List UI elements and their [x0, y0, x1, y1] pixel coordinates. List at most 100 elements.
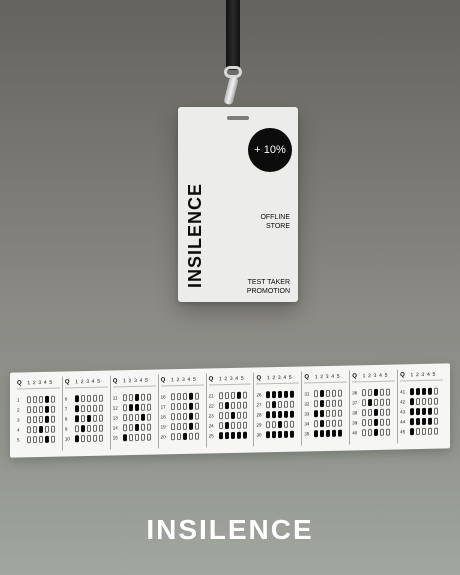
- question-number: 25: [208, 432, 214, 438]
- choice-number: 5: [240, 375, 244, 382]
- answer-bubble-empty: [224, 411, 229, 419]
- choice-number: 2: [415, 371, 419, 378]
- answer-bubble-empty: [80, 434, 85, 442]
- answer-bubble-empty: [326, 399, 331, 407]
- answer-bubble-filled: [45, 415, 49, 423]
- question-number: 16: [160, 393, 166, 399]
- answer-bubble-empty: [27, 395, 31, 403]
- answer-bubble-empty: [122, 403, 127, 411]
- answer-bubble-empty: [92, 414, 97, 422]
- question-number: 20: [160, 433, 166, 439]
- answer-bubble-empty: [236, 401, 241, 409]
- answer-group-header: Q12345: [208, 372, 252, 386]
- answer-bubble-empty: [386, 408, 391, 416]
- question-number: 13: [112, 414, 118, 420]
- answer-bubble-empty: [326, 409, 331, 417]
- choice-number: 3: [373, 372, 377, 379]
- choice-number: 2: [128, 377, 132, 384]
- answer-bubble-empty: [33, 405, 37, 413]
- question-number: 5: [17, 436, 20, 442]
- answer-bubble-empty: [176, 392, 181, 400]
- answer-bubble-empty: [218, 391, 223, 399]
- answer-bubble-filled: [224, 401, 229, 409]
- answer-bubble-filled: [278, 390, 283, 398]
- answer-bubble-empty: [176, 402, 181, 410]
- choice-number: 4: [91, 378, 95, 385]
- answer-bubble-empty: [368, 418, 373, 426]
- answer-bubble-empty: [218, 411, 223, 419]
- answer-bubble-filled: [134, 423, 139, 431]
- answer-bubble-filled: [272, 430, 277, 438]
- answer-bubble-empty: [140, 403, 145, 411]
- answer-bubble-empty: [122, 423, 127, 431]
- choice-number: 5: [288, 374, 292, 381]
- question-number: 21: [208, 392, 214, 398]
- answer-bubble-filled: [278, 430, 283, 438]
- answer-bubble-empty: [422, 427, 427, 435]
- question-header-label: Q: [17, 379, 22, 386]
- question-number: 11: [112, 394, 118, 400]
- choice-number: 1: [123, 377, 126, 384]
- answer-bubble-empty: [338, 419, 343, 427]
- question-header-label: Q: [208, 375, 214, 382]
- question-number: 9: [64, 425, 68, 431]
- answer-bubble-empty: [33, 425, 37, 433]
- question-header-label: Q: [256, 374, 262, 381]
- answer-bubble-empty: [188, 432, 193, 440]
- answer-bubble-empty: [98, 404, 103, 412]
- answer-group: Q 1 2 3 4 5 26 27 28 29 30: [254, 371, 303, 447]
- answer-bubble-empty: [194, 432, 199, 440]
- answer-bubble-filled: [74, 404, 79, 412]
- answer-bubble-empty: [314, 399, 319, 407]
- answer-bubble-empty: [194, 392, 199, 400]
- answer-bubble-empty: [128, 423, 133, 431]
- answer-bubble-empty: [362, 388, 367, 396]
- question-header-label: Q: [112, 377, 118, 384]
- answer-bubble-empty: [242, 411, 247, 419]
- answer-bubble-empty: [236, 411, 241, 419]
- answer-bubble-filled: [134, 393, 139, 401]
- answer-bubble-empty: [74, 424, 79, 432]
- choice-number: 2: [224, 375, 228, 382]
- choice-number: 4: [43, 379, 47, 386]
- answer-bubble-empty: [182, 392, 187, 400]
- answer-bubble-empty: [92, 424, 97, 432]
- question-number: 35: [304, 430, 310, 436]
- question-number: 22: [208, 402, 214, 408]
- answer-bubble-filled: [128, 403, 133, 411]
- question-number: 37: [352, 399, 358, 405]
- answer-bubble-empty: [128, 433, 133, 441]
- choice-number: 2: [368, 372, 371, 379]
- choice-number: 4: [331, 373, 334, 380]
- question-number: 6: [64, 395, 68, 401]
- answer-bubble-filled: [188, 422, 193, 430]
- answer-bubble-empty: [170, 412, 175, 420]
- answer-bubble-filled: [410, 427, 415, 435]
- answer-bubble-filled: [188, 412, 193, 420]
- answer-bubble-filled: [266, 430, 271, 438]
- answer-bubble-empty: [284, 420, 289, 428]
- answer-group-header: Q12345: [160, 373, 204, 387]
- answer-bubble-filled: [320, 409, 325, 417]
- answer-bubble-empty: [224, 391, 229, 399]
- answer-bubble-empty: [182, 412, 187, 420]
- choice-number: 2: [32, 379, 36, 386]
- answer-bubble-empty: [368, 388, 373, 396]
- answer-bubble-filled: [332, 429, 337, 437]
- question-header-label: Q: [400, 371, 405, 378]
- footer-brand-logo: INSILENCE: [146, 514, 314, 545]
- answer-bubble-empty: [368, 428, 373, 436]
- choice-number: 3: [325, 373, 329, 380]
- choice-number: 3: [182, 376, 185, 383]
- answer-row: 5: [17, 434, 60, 445]
- question-header-label: Q: [64, 378, 70, 385]
- answer-bubble-empty: [176, 432, 181, 440]
- answer-bubble-filled: [45, 395, 49, 403]
- answer-group: Q1234512345: [15, 376, 63, 452]
- question-number: 44: [400, 418, 406, 424]
- answer-bubble-empty: [98, 424, 103, 432]
- badge-brand-logo: INSILENCE: [185, 183, 205, 289]
- answer-bubble-filled: [188, 392, 193, 400]
- answer-bubble-empty: [140, 393, 145, 401]
- answer-bubble-empty: [146, 403, 151, 411]
